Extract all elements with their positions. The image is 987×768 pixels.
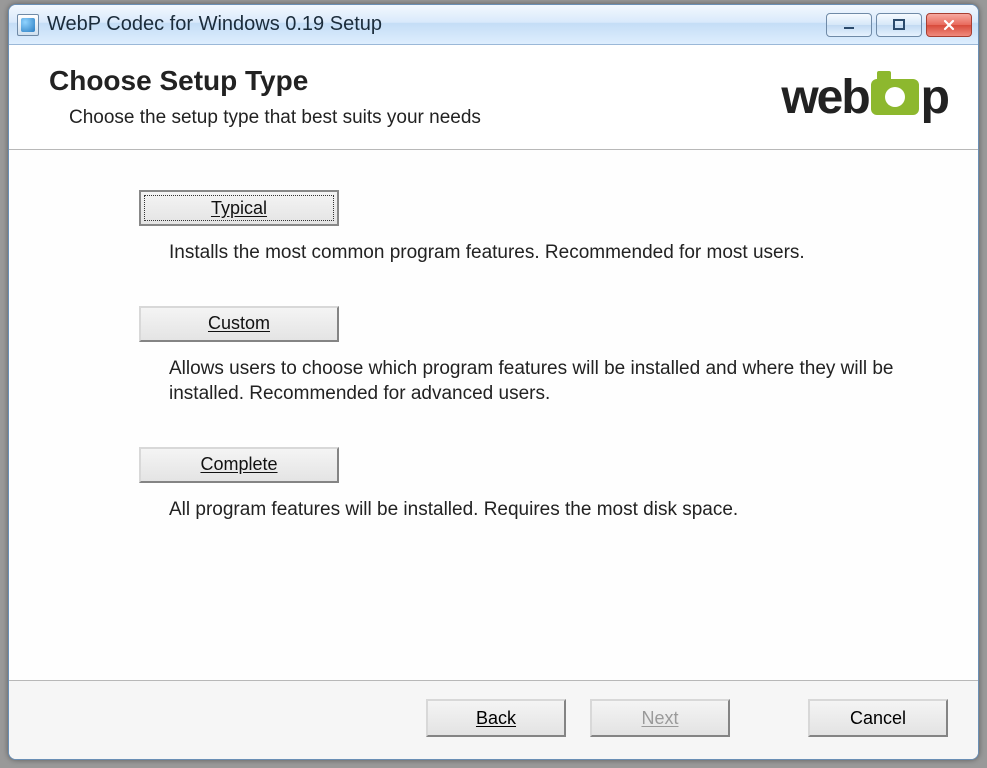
option-typical: Typical Installs the most common program… <box>139 190 938 266</box>
complete-label: Complete <box>200 454 277 475</box>
typical-label: Typical <box>211 198 267 219</box>
next-button: Next <box>590 699 730 737</box>
logo-text-right: p <box>921 70 948 125</box>
wizard-body: Typical Installs the most common program… <box>9 150 978 680</box>
custom-button[interactable]: Custom <box>139 306 339 342</box>
complete-description: All program features will be installed. … <box>169 497 909 523</box>
option-complete: Complete All program features will be in… <box>139 447 938 523</box>
maximize-button[interactable] <box>876 13 922 37</box>
window-title: WebP Codec for Windows 0.19 Setup <box>47 13 826 36</box>
back-label: Back <box>476 708 516 729</box>
header-text: Choose Setup Type Choose the setup type … <box>49 65 481 129</box>
typical-button[interactable]: Typical <box>139 190 339 226</box>
wizard-footer: Back Next Cancel <box>9 680 978 759</box>
camera-icon <box>871 79 919 115</box>
webp-logo: web p <box>781 70 948 125</box>
wizard-header: Choose Setup Type Choose the setup type … <box>9 45 978 150</box>
custom-description: Allows users to choose which program fea… <box>169 356 909 407</box>
typical-description: Installs the most common program feature… <box>169 240 909 266</box>
spacer <box>754 699 784 737</box>
app-icon <box>17 14 39 36</box>
custom-label: Custom <box>208 313 270 334</box>
minimize-button[interactable] <box>826 13 872 37</box>
close-button[interactable] <box>926 13 972 37</box>
logo-text-left: web <box>781 70 868 125</box>
window-controls <box>826 13 972 37</box>
installer-window: WebP Codec for Windows 0.19 Setup Choose… <box>8 4 979 760</box>
complete-button[interactable]: Complete <box>139 447 339 483</box>
page-title: Choose Setup Type <box>49 65 481 97</box>
cancel-label: Cancel <box>850 708 906 729</box>
option-custom: Custom Allows users to choose which prog… <box>139 306 938 407</box>
cancel-button[interactable]: Cancel <box>808 699 948 737</box>
title-bar: WebP Codec for Windows 0.19 Setup <box>9 5 978 45</box>
next-label: Next <box>641 708 678 729</box>
page-subtitle: Choose the setup type that best suits yo… <box>69 107 481 129</box>
back-button[interactable]: Back <box>426 699 566 737</box>
